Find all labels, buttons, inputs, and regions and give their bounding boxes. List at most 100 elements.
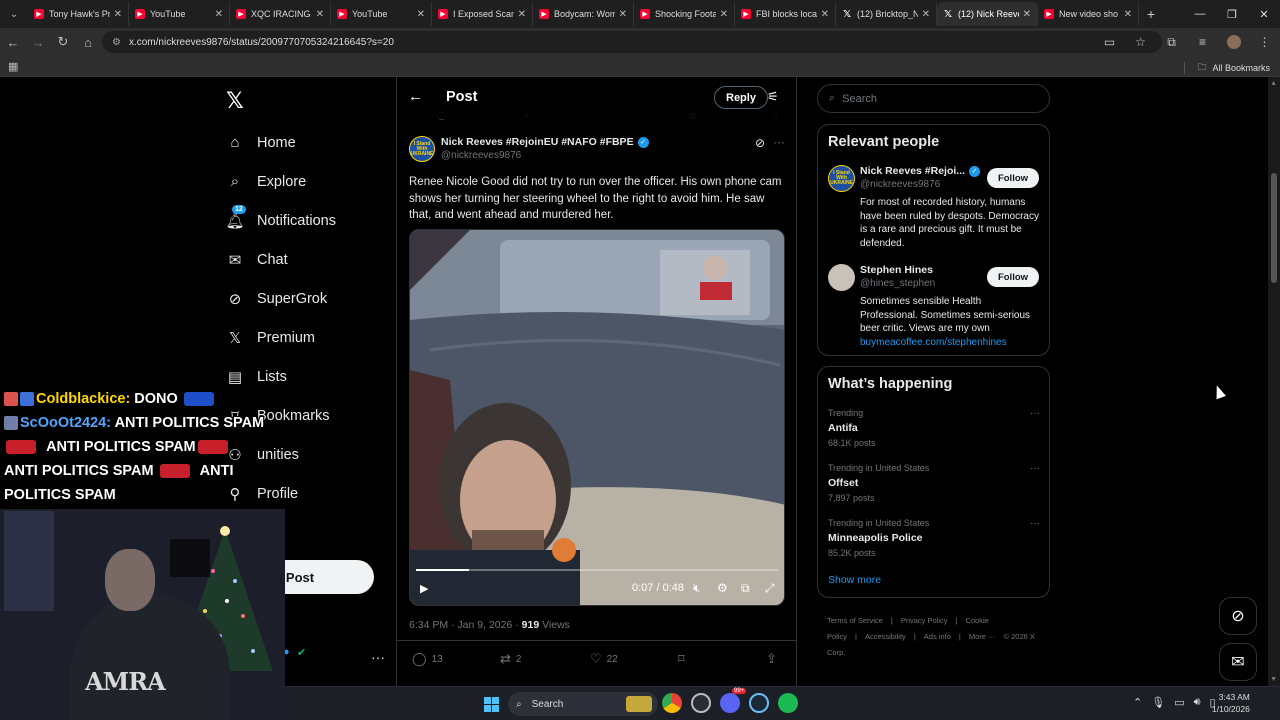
browser-tab[interactable]: ▶ XQC IRACING ✕ — [230, 2, 331, 26]
url-bar[interactable]: ⚙ x.com/nickreeves9876/status/2009770705… — [102, 31, 1162, 53]
browser-tab[interactable]: 𝕏 (12) Nick Reeve ✕ — [937, 2, 1038, 26]
close-tab-icon[interactable]: ✕ — [114, 9, 122, 20]
back-button[interactable]: ← — [1, 30, 25, 54]
browser-tab[interactable]: 𝕏 (12) Bricktop_N ✕ — [836, 2, 937, 26]
browser-tab[interactable]: ▶ YouTube ✕ — [129, 2, 230, 26]
browser-tab[interactable]: ▶ Tony Hawk's Pro ✕ — [28, 2, 129, 26]
browser-tab[interactable]: ▶ Bodycam: Wom ✕ — [533, 2, 634, 26]
tweet-time[interactable]: 6:34 PM · Jan 9, 2026 · — [409, 619, 522, 631]
grok-float-icon[interactable]: ⊘ — [1219, 597, 1257, 635]
share-action[interactable]: ⇪ — [766, 651, 782, 667]
fullscreen-icon[interactable]: ⤢ — [765, 581, 775, 596]
bookmark-star-icon[interactable]: ☆ — [1125, 31, 1156, 53]
start-button[interactable] — [484, 697, 499, 712]
browser-tab[interactable]: ▶ I Exposed Scam ✕ — [432, 2, 533, 26]
back-arrow-icon[interactable]: ← — [408, 88, 423, 105]
browser-tab[interactable]: ▶ Shocking Foota ✕ — [634, 2, 735, 26]
mute-icon[interactable]: 🔇︎ — [693, 581, 701, 596]
taskbar-search[interactable]: ⌕ Search — [508, 692, 658, 716]
close-window-button[interactable]: ✕ — [1248, 0, 1280, 28]
follow-button[interactable]: Follow — [987, 267, 1039, 287]
cast-icon[interactable]: ▭ — [1094, 31, 1125, 53]
person-name[interactable]: Nick Reeves #Rejoi... ✓ — [860, 165, 981, 177]
nav-item-supergrok[interactable]: ⊘ SuperGrok — [226, 279, 336, 318]
profile-avatar[interactable] — [1218, 31, 1249, 53]
follow-button[interactable]: Follow — [987, 168, 1039, 188]
close-tab-icon[interactable]: ✕ — [821, 9, 829, 20]
x-logo-icon[interactable]: 𝕏 — [226, 88, 244, 114]
close-tab-icon[interactable]: ✕ — [619, 9, 627, 20]
obs-icon[interactable] — [691, 693, 711, 713]
volume-icon[interactable]: 🔊︎ — [1194, 696, 1201, 709]
reply-action[interactable]: ◯ 13 — [412, 651, 443, 667]
reply-button[interactable]: Reply — [714, 86, 768, 109]
bookmark-action[interactable]: ⌑ — [678, 651, 690, 667]
more-options-icon[interactable]: ··· — [1030, 408, 1040, 419]
person-handle[interactable]: @hines_stephen — [860, 278, 935, 289]
author-handle[interactable]: @nickreeves9876 — [441, 150, 649, 161]
media-icon[interactable]: ≡ — [1187, 31, 1218, 53]
video-settings-icon[interactable]: ⚙ — [717, 581, 728, 595]
play-icon[interactable]: ▶ — [420, 582, 428, 595]
nav-item-chat[interactable]: ✉ Chat — [226, 240, 336, 279]
video-progress-bar[interactable] — [416, 569, 778, 571]
person-item[interactable]: I Stand With UKRAINE Nick Reeves #Rejoi.… — [818, 165, 1051, 255]
extensions-icon[interactable]: ⧉ — [1156, 31, 1187, 53]
close-tab-icon[interactable]: ✕ — [518, 9, 526, 20]
trend-item[interactable]: Trending Antifa 68.1K posts ··· — [828, 408, 1040, 448]
site-info-icon[interactable]: ⚙ — [112, 37, 121, 48]
like-action[interactable]: ♡ 22 — [590, 651, 618, 667]
minimize-button[interactable]: — — [1184, 0, 1216, 28]
chevron-up-icon[interactable]: ⌃ — [1133, 696, 1142, 709]
person-handle[interactable]: @nickreeves9876 — [860, 179, 940, 190]
close-tab-icon[interactable]: ✕ — [417, 9, 425, 20]
author-name[interactable]: Nick Reeves #RejoinEU #NAFO #FBPE ✓ — [441, 136, 649, 148]
bio-link[interactable]: buymeacoffee.com/stephenhines — [860, 337, 1007, 348]
discord-icon[interactable]: 99+ — [720, 688, 747, 713]
scroll-thumb[interactable] — [1271, 173, 1277, 283]
search-input[interactable]: ⌕ Search — [817, 84, 1050, 113]
messages-float-icon[interactable]: ✉ — [1219, 643, 1257, 681]
close-tab-icon[interactable]: ✕ — [215, 9, 223, 20]
scroll-up-icon[interactable]: ▲ — [1270, 80, 1277, 87]
footer-link[interactable]: More ··· — [969, 632, 996, 641]
forward-button[interactable]: → — [26, 30, 50, 54]
close-tab-icon[interactable]: ✕ — [922, 9, 930, 20]
nav-item-explore[interactable]: ⌕ Explore — [226, 162, 336, 201]
more-options-icon[interactable]: ··· — [773, 135, 785, 149]
author-avatar[interactable]: I Stand With UKRAINE — [409, 136, 435, 162]
spotify-icon[interactable] — [778, 693, 798, 713]
steam-icon[interactable] — [749, 693, 769, 713]
settings-sliders-icon[interactable]: ⚟ — [767, 89, 779, 105]
apps-grid-icon[interactable]: ▦ — [8, 60, 18, 73]
browser-tab[interactable]: ▶ YouTube ✕ — [331, 2, 432, 26]
tab-search-icon[interactable]: ⌄ — [0, 0, 28, 28]
trend-item[interactable]: Trending in United States Offset 7,897 p… — [828, 463, 1040, 503]
footer-link[interactable]: Terms of Service — [827, 616, 883, 625]
person-name[interactable]: Stephen Hines — [860, 264, 933, 276]
restore-button[interactable]: ❐ — [1216, 0, 1248, 28]
all-bookmarks-button[interactable]: 🗀 All Bookmarks — [1184, 60, 1270, 76]
person-item[interactable]: Stephen Hines @hines_stephen Follow Some… — [818, 264, 1051, 354]
avatar[interactable]: I Stand With UKRAINE — [828, 165, 855, 192]
account-more-icon[interactable]: ··· — [371, 649, 385, 665]
nav-item-home[interactable]: ⌂ Home — [226, 123, 336, 162]
close-tab-icon[interactable]: ✕ — [1124, 9, 1132, 20]
close-tab-icon[interactable]: ✕ — [720, 9, 728, 20]
grok-icon[interactable]: ⊘ — [755, 136, 765, 150]
avatar[interactable] — [828, 264, 855, 291]
more-options-icon[interactable]: ··· — [1030, 463, 1040, 474]
footer-link[interactable]: Accessibility — [865, 632, 906, 641]
repost-action[interactable]: ⇄ 2 — [500, 651, 521, 667]
microphone-icon[interactable]: 🎙︎ — [1151, 696, 1165, 709]
footer-link[interactable]: Ads info — [924, 632, 951, 641]
page-scrollbar[interactable]: ▲ ▼ — [1268, 77, 1280, 686]
chrome-icon[interactable] — [662, 693, 682, 713]
browser-tab[interactable]: ▶ FBI blocks loca ✕ — [735, 2, 836, 26]
nav-item-notifications[interactable]: 🔔︎ 12 Notifications — [225, 201, 336, 240]
network-icon[interactable]: ▭ — [1174, 696, 1184, 709]
reload-button[interactable]: ↻ — [51, 30, 75, 54]
video-player[interactable]: ▶ 0:07 / 0:48 🔇︎ ⚙ ⧉ ⤢ — [409, 229, 785, 606]
pip-icon[interactable]: ⧉ — [741, 581, 750, 596]
show-more-link[interactable]: Show more — [828, 574, 881, 586]
